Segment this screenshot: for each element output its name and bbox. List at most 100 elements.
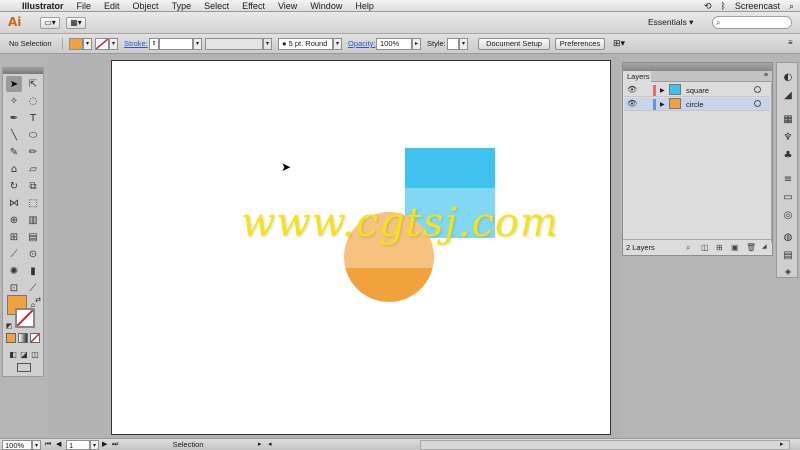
swatches-panel-icon[interactable]: ▦ <box>781 113 795 127</box>
arrange-documents-button[interactable]: ▦▾ <box>66 17 86 29</box>
stroke-dropdown[interactable]: ▾ <box>109 38 118 50</box>
direct-selection-tool-icon[interactable]: ⇱ <box>25 76 41 92</box>
menu-effect[interactable]: Effect <box>242 1 265 11</box>
none-mode-button[interactable] <box>30 333 40 343</box>
transparency-panel-icon[interactable]: ◎ <box>781 209 795 223</box>
eraser-tool-icon[interactable]: ▱ <box>25 161 41 177</box>
spotlight-icon[interactable]: ⌕ <box>789 1 794 12</box>
layers-panel-menu-icon[interactable]: ≡ <box>764 72 768 79</box>
stroke-color-box[interactable] <box>15 308 35 328</box>
selection-tool-icon[interactable]: ➤ <box>6 76 22 92</box>
lasso-tool-icon[interactable]: ◌ <box>25 93 41 109</box>
stroke-weight-stepper[interactable]: ⇕ <box>149 38 159 50</box>
mesh-tool-icon[interactable]: ⊞ <box>6 229 22 245</box>
fill-dropdown[interactable]: ▾ <box>83 38 92 50</box>
graphic-styles-panel-icon[interactable]: ▤ <box>781 249 795 263</box>
scale-tool-icon[interactable]: ⧉ <box>25 178 41 194</box>
preferences-button[interactable]: Preferences <box>555 38 605 50</box>
locate-object-icon[interactable]: ⌕ <box>686 243 690 253</box>
draw-inside-icon[interactable]: ◫ <box>27 346 43 362</box>
scroll-left-arrow-icon[interactable]: ◂ <box>268 440 272 450</box>
app-name-menu[interactable]: Illustrator <box>22 1 64 11</box>
pencil-tool-icon[interactable]: ✏ <box>25 144 41 160</box>
menu-view[interactable]: View <box>278 1 297 11</box>
gradient-tool-icon[interactable]: ▤ <box>25 229 41 245</box>
brush-definition[interactable]: ● 5 pt. Round <box>278 38 333 50</box>
resize-grip-icon[interactable]: ◢ <box>762 243 767 250</box>
symbols-panel-icon[interactable]: ♣ <box>781 149 795 163</box>
variable-width-profile[interactable] <box>205 38 263 50</box>
layer-target-icon[interactable] <box>754 100 761 107</box>
menu-object[interactable]: Object <box>133 1 159 11</box>
first-artboard-icon[interactable]: ⏮ <box>45 440 51 450</box>
brushes-panel-icon[interactable]: ♆ <box>781 131 795 145</box>
screen-mode-icon[interactable] <box>17 363 31 372</box>
bridge-button[interactable]: ▭▾ <box>40 17 60 29</box>
gradient-mode-button[interactable] <box>18 333 28 343</box>
stroke-panel-link[interactable]: Stroke: <box>124 38 148 50</box>
sync-icon[interactable]: ⟲ <box>704 1 712 12</box>
panel-menu-icon[interactable]: ≡ <box>788 38 793 50</box>
color-guide-icon[interactable]: ◢ <box>781 89 795 103</box>
gradient-panel-icon[interactable]: ▭ <box>781 191 795 205</box>
tab-layers[interactable]: Layers <box>623 71 651 82</box>
layer-name[interactable]: circle <box>686 100 704 109</box>
delete-layer-icon[interactable]: 🗑 <box>746 243 756 252</box>
layers-dock-icon[interactable]: ◈ <box>781 265 795 279</box>
scroll-right-arrow-icon[interactable]: ▸ <box>780 440 784 450</box>
default-colors-icon[interactable]: ◩ <box>4 318 14 334</box>
artboard-number-input[interactable]: 1 <box>66 440 90 450</box>
artboard-dropdown[interactable]: ▾ <box>90 440 99 450</box>
symbol-sprayer-tool-icon[interactable]: ✺ <box>6 263 22 279</box>
brush-dropdown[interactable]: ▾ <box>333 38 342 50</box>
menu-window[interactable]: Window <box>310 1 342 11</box>
menu-select[interactable]: Select <box>204 1 229 11</box>
magic-wand-tool-icon[interactable]: ✧ <box>6 93 22 109</box>
layer-row-square[interactable]: 👁 ▶ square <box>624 84 770 97</box>
appearance-panel-icon[interactable]: ◍ <box>781 231 795 245</box>
menu-edit[interactable]: Edit <box>104 1 120 11</box>
arrange-icon[interactable]: ⊞▾ <box>613 38 625 50</box>
next-artboard-icon[interactable]: ▶ <box>102 440 107 450</box>
stroke-weight-input[interactable] <box>159 38 193 50</box>
free-transform-tool-icon[interactable]: ⬚ <box>25 195 41 211</box>
variable-width-dropdown[interactable]: ▾ <box>263 38 272 50</box>
document-setup-button[interactable]: Document Setup <box>478 38 550 50</box>
graphic-style-dropdown[interactable]: ▾ <box>459 38 468 50</box>
paintbrush-tool-icon[interactable]: ✎ <box>6 144 22 160</box>
new-sublayer-icon[interactable]: ⊞ <box>716 243 723 252</box>
previous-artboard-icon[interactable]: ◀ <box>56 440 61 450</box>
shape-builder-tool-icon[interactable]: ⊕ <box>6 212 22 228</box>
opacity-input[interactable]: 100% <box>376 38 412 50</box>
expand-triangle-icon[interactable]: ▶ <box>660 101 665 108</box>
menu-help[interactable]: Help <box>355 1 374 11</box>
menu-file[interactable]: File <box>77 1 92 11</box>
new-layer-icon[interactable]: ▣ <box>731 243 739 252</box>
line-tool-icon[interactable]: ╲ <box>6 127 22 143</box>
menu-type[interactable]: Type <box>172 1 192 11</box>
stroke-swatch[interactable] <box>95 38 109 50</box>
opacity-panel-link[interactable]: Opacity: <box>348 38 376 50</box>
bluetooth-icon[interactable]: ᛒ <box>721 1 726 11</box>
zoom-dropdown[interactable]: ▾ <box>32 440 41 450</box>
artboard-tool-icon[interactable]: ⊡ <box>6 280 22 296</box>
pen-tool-icon[interactable]: ✒ <box>6 110 22 126</box>
expand-triangle-icon[interactable]: ▶ <box>660 87 665 94</box>
help-search-input[interactable]: ⌕ <box>712 16 792 29</box>
swap-colors-icon[interactable]: ⇄ <box>33 292 43 308</box>
layer-target-icon[interactable] <box>754 86 761 93</box>
screencast-status[interactable]: Screencast <box>735 1 780 11</box>
stroke-weight-dropdown[interactable]: ▾ <box>193 38 202 50</box>
zoom-level-input[interactable]: 100% <box>2 440 32 450</box>
fill-swatch[interactable] <box>69 38 83 50</box>
color-panel-icon[interactable]: ◐ <box>781 71 795 85</box>
tools-panel-grip[interactable] <box>3 68 43 74</box>
layers-panel-titlebar[interactable] <box>623 63 772 71</box>
layers-scrollbar[interactable] <box>771 83 772 243</box>
blend-tool-icon[interactable]: ⊙ <box>25 246 41 262</box>
opacity-dropdown[interactable]: ▸ <box>412 38 421 50</box>
graphic-style-swatch[interactable] <box>447 38 459 50</box>
color-mode-button[interactable] <box>6 333 16 343</box>
ellipse-tool-icon[interactable]: ⬭ <box>25 127 41 143</box>
graph-tool-icon[interactable]: ▮ <box>25 263 41 279</box>
